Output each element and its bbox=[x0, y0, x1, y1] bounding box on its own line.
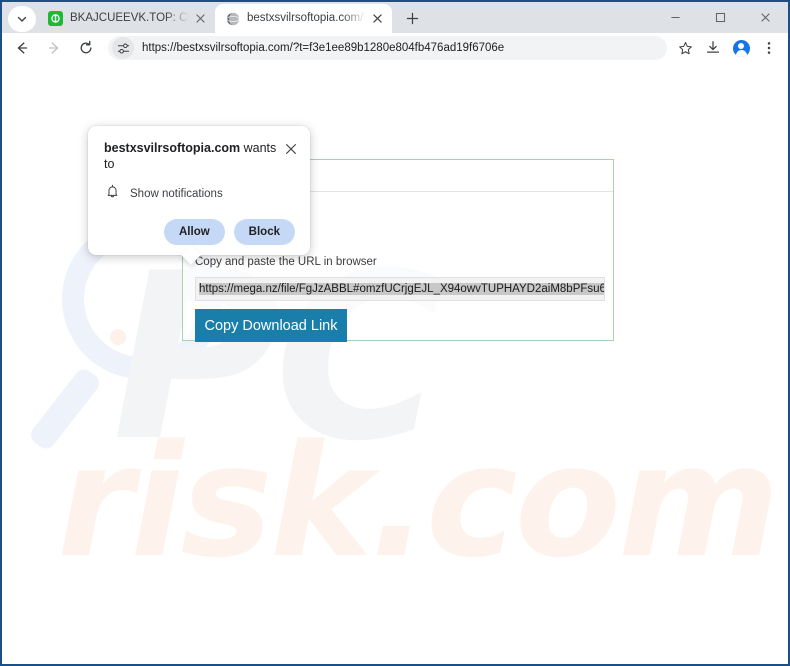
back-arrow-icon bbox=[17, 42, 28, 54]
close-icon bbox=[761, 13, 770, 22]
profile-button[interactable] bbox=[728, 35, 754, 61]
plus-icon bbox=[406, 12, 418, 24]
minimize-icon bbox=[671, 16, 680, 19]
address-bar-url: https://bestxsvilrsoftopia.com/?t=f3e1ee… bbox=[142, 42, 505, 54]
permission-label: Show notifications bbox=[130, 187, 223, 200]
permission-title: bestxsvilrsoftopia.com wants to bbox=[104, 140, 278, 172]
globe-icon bbox=[225, 11, 240, 26]
forward-arrow-icon bbox=[48, 42, 59, 54]
browser-window: BKAJCUEEVK.TOP: Crypto Casin bestxsvilrs… bbox=[0, 0, 790, 666]
watermark-brand-bottom: risk.com bbox=[57, 411, 780, 592]
bookmark-button[interactable] bbox=[672, 36, 698, 60]
permission-actions: Allow Block bbox=[88, 203, 310, 245]
maximize-button[interactable] bbox=[698, 2, 743, 33]
block-button[interactable]: Block bbox=[233, 219, 295, 245]
close-icon bbox=[286, 144, 296, 154]
download-url-input[interactable]: https://mega.nz/file/FgJzABBL#omzfUCrjgE… bbox=[195, 277, 605, 301]
forward-button[interactable] bbox=[40, 34, 68, 62]
three-dot-menu-icon bbox=[767, 42, 771, 54]
watermark-dot bbox=[154, 347, 167, 360]
browser-toolbar: https://bestxsvilrsoftopia.com/?t=f3e1ee… bbox=[2, 33, 788, 64]
download-icon bbox=[707, 41, 719, 53]
close-window-button[interactable] bbox=[743, 2, 788, 33]
watermark-dot bbox=[110, 329, 126, 345]
profile-avatar-icon bbox=[732, 39, 750, 57]
permission-origin: bestxsvilrsoftopia.com bbox=[104, 141, 241, 155]
chevron-down-icon bbox=[17, 16, 27, 22]
reload-button[interactable] bbox=[72, 34, 100, 62]
allow-button[interactable]: Allow bbox=[164, 219, 225, 245]
window-controls bbox=[653, 2, 788, 33]
tab-title: bestxsvilrsoftopia.com/?t=f3e1e bbox=[247, 12, 366, 24]
new-tab-button[interactable] bbox=[398, 4, 426, 32]
close-icon[interactable] bbox=[192, 10, 209, 27]
notification-permission-dialog: bestxsvilrsoftopia.com wants to Show not… bbox=[88, 126, 310, 265]
tune-icon[interactable] bbox=[112, 37, 134, 59]
permission-close-button[interactable] bbox=[282, 140, 300, 158]
close-icon[interactable] bbox=[369, 10, 386, 27]
tab-title: BKAJCUEEVK.TOP: Crypto Casin bbox=[70, 12, 189, 24]
permission-row: Show notifications bbox=[88, 172, 310, 203]
minimize-button[interactable] bbox=[653, 2, 698, 33]
tab-bestxsvilrsoftopia[interactable]: bestxsvilrsoftopia.com/?t=f3e1e bbox=[215, 4, 392, 33]
tab-strip: BKAJCUEEVK.TOP: Crypto Casin bestxsvilrs… bbox=[2, 2, 788, 33]
star-icon bbox=[678, 41, 692, 54]
bell-icon bbox=[106, 184, 119, 203]
permission-header: bestxsvilrsoftopia.com wants to bbox=[88, 140, 310, 172]
copy-instruction-label: Copy and paste the URL in browser bbox=[195, 256, 377, 268]
back-button[interactable] bbox=[8, 34, 36, 62]
tab-crypto-casino[interactable]: BKAJCUEEVK.TOP: Crypto Casin bbox=[38, 4, 215, 33]
download-url-value: https://mega.nz/file/FgJzABBL#omzfUCrjgE… bbox=[199, 283, 605, 295]
copy-download-link-button[interactable]: Copy Download Link bbox=[195, 309, 347, 342]
page-viewport: PC risk.com y... s: 2025 Copy and paste … bbox=[2, 64, 788, 664]
reload-icon bbox=[80, 40, 92, 54]
magnifier-handle-icon bbox=[27, 365, 103, 453]
chrome-menu-button[interactable] bbox=[756, 35, 782, 61]
downloads-button[interactable] bbox=[700, 35, 726, 61]
watermark-dot bbox=[152, 279, 178, 305]
address-bar[interactable]: https://bestxsvilrsoftopia.com/?t=f3e1ee… bbox=[108, 36, 667, 60]
tab-search-button[interactable] bbox=[8, 6, 36, 32]
green-square-icon bbox=[48, 11, 63, 26]
maximize-icon bbox=[715, 12, 726, 23]
